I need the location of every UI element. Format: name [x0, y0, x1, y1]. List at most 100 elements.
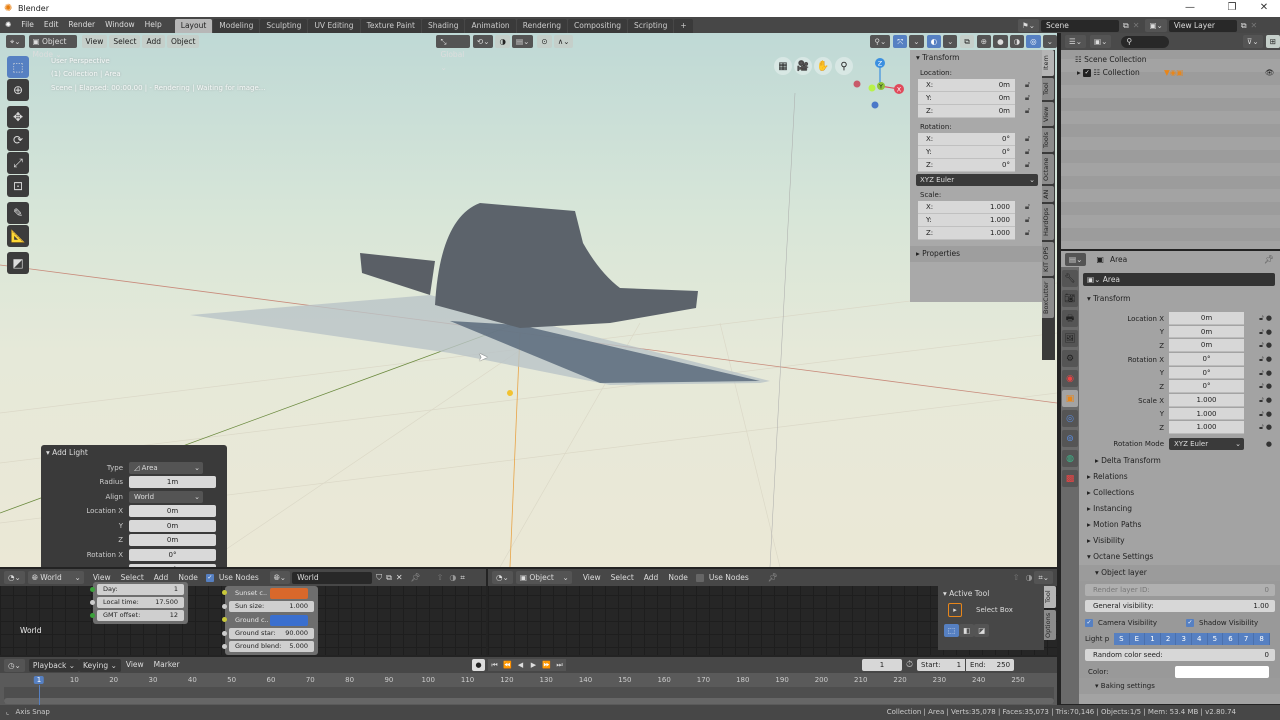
transform-tool-icon[interactable]: ⊡: [7, 175, 29, 197]
world-browse-icon[interactable]: 🌐︎⌄: [269, 571, 291, 584]
object-node-editor[interactable]: ◔⌄ ▣ Object ⌄ View Select Add Node Use No…: [488, 569, 1057, 655]
lock-icon[interactable]: 🔓︎ ●: [1259, 355, 1272, 364]
lock-icon[interactable]: 🔓︎ ●: [1259, 382, 1272, 391]
tab-sculpting[interactable]: Sculpting: [260, 19, 308, 33]
menu-window[interactable]: Window: [100, 17, 140, 33]
select-mode-new-icon[interactable]: ⬚: [944, 624, 960, 637]
rotation-y-field[interactable]: 0°: [129, 563, 216, 567]
sidebar-tab-tool[interactable]: Tool: [1044, 586, 1056, 608]
delete-view-layer-icon[interactable]: ✕: [1251, 21, 1258, 30]
scale-y-field[interactable]: Y: 1.000: [918, 214, 1015, 227]
scale-x-field[interactable]: 1.000: [1169, 394, 1244, 407]
record-button[interactable]: ●: [472, 659, 485, 671]
relations-section[interactable]: ▸ Relations: [1079, 469, 1280, 485]
tab-compositing[interactable]: Compositing: [568, 19, 628, 33]
3d-viewport[interactable]: ⌖⌄ ▣ Object Mode ⌄ View Select Add Objec…: [0, 33, 1057, 567]
use-nodes-checkbox[interactable]: [695, 573, 704, 582]
rotation-x-field[interactable]: 0°: [129, 549, 216, 561]
add-workspace-button[interactable]: +: [674, 19, 693, 33]
lock-icon[interactable]: 🔓︎: [1025, 202, 1030, 212]
node-editor-type-icon[interactable]: ◔⌄: [4, 571, 25, 584]
output-tab-icon[interactable]: 🖶︎: [1062, 310, 1078, 327]
location-z-field[interactable]: 0m: [129, 534, 216, 546]
measure-tool-icon[interactable]: 📐: [7, 225, 29, 247]
pivot-point-icon[interactable]: ⟲⌄: [472, 35, 494, 48]
data-tab-icon[interactable]: ◍: [1062, 450, 1078, 467]
stopwatch-icon[interactable]: ⏱: [906, 660, 913, 670]
location-y-field[interactable]: Y: 0m: [918, 92, 1015, 105]
add-cube-tool-icon[interactable]: ◩: [7, 252, 29, 274]
tab-texture-paint[interactable]: Texture Paint: [360, 19, 421, 33]
shader-type-dropdown[interactable]: ▣ Object ⌄: [515, 571, 572, 584]
instancing-section[interactable]: ▸ Instancing: [1079, 501, 1280, 517]
gizmo-neg-x[interactable]: [853, 80, 861, 88]
location-x-field[interactable]: X: 0m: [918, 79, 1015, 92]
outliner-row-collection[interactable]: ▸ ✓ ☷ Collection ▼◉▣ 👁︎: [1061, 66, 1280, 79]
light-pass-button-4[interactable]: 4: [1191, 633, 1208, 645]
light-pass-button-5[interactable]: 5: [1207, 633, 1224, 645]
use-nodes-checkbox[interactable]: ✓: [205, 573, 214, 582]
lock-icon[interactable]: 🔓︎ ●: [1259, 341, 1272, 350]
local-time-field[interactable]: Local time: 17.500: [97, 597, 184, 608]
object-name-field[interactable]: ▣⌄ Area: [1083, 273, 1275, 286]
scene-tab-icon[interactable]: ⚙: [1062, 350, 1078, 367]
shading-wireframe-icon[interactable]: ⊕: [976, 35, 992, 48]
tab-scripting[interactable]: Scripting: [628, 19, 674, 33]
transform-orientation-dropdown[interactable]: ⤡ Global ⌄: [436, 35, 470, 72]
rotation-y-field[interactable]: 0°: [1169, 366, 1244, 380]
shading-solid-icon[interactable]: ●: [993, 35, 1008, 48]
light-pass-button-7[interactable]: 7: [1238, 633, 1255, 645]
viewport-menu-view[interactable]: View: [81, 35, 108, 48]
lock-icon[interactable]: 🔓︎: [1025, 134, 1030, 144]
gizmo-toggle-icon[interactable]: ⤧: [893, 35, 908, 48]
transform-section-header[interactable]: ▾ Transform: [1079, 291, 1280, 307]
location-x-field[interactable]: 0m: [129, 505, 216, 517]
close-button[interactable]: ✕: [1250, 0, 1278, 17]
ground-blend-field[interactable]: Ground blend: 5.000: [229, 641, 314, 652]
lock-icon[interactable]: 🔓︎ ●: [1259, 328, 1272, 337]
mode-selector[interactable]: ▣ Object Mode ⌄: [28, 35, 77, 59]
input-socket[interactable]: [90, 613, 95, 618]
pin-icon[interactable]: 📌︎: [411, 573, 421, 582]
sky-texture-node[interactable]: Sunset c.. Sun size: 1.000 Ground c.. Gro…: [222, 586, 318, 655]
properties-editor-type-icon[interactable]: ▤⌄: [1065, 252, 1087, 266]
viewport-menu-add[interactable]: Add: [142, 35, 166, 48]
object-tab-icon[interactable]: ▣: [1062, 390, 1078, 407]
timeline-menu-view[interactable]: View: [121, 657, 149, 673]
xray-toggle-icon[interactable]: ⧉: [960, 35, 974, 48]
overlay-toggle-icon[interactable]: ◐: [926, 35, 942, 48]
falloff-icon[interactable]: ∧⌄: [553, 35, 574, 48]
outliner-row-scene-collection[interactable]: ☷ Scene Collection: [1061, 53, 1280, 66]
tab-layout[interactable]: Layout: [174, 19, 213, 33]
play-button[interactable]: ▶: [527, 659, 540, 671]
lock-icon[interactable]: 🔓︎ ●: [1259, 396, 1272, 405]
minimize-button[interactable]: —: [1176, 0, 1204, 17]
sidebar-tab-hardops[interactable]: HardOps: [1042, 204, 1054, 240]
lock-icon[interactable]: 🔓︎ ●: [1259, 369, 1272, 378]
properties-panel-header[interactable]: ▸ Properties: [910, 246, 1042, 262]
light-pass-button-8[interactable]: 8: [1254, 633, 1270, 645]
sun-size-field[interactable]: Sun size: 1.000: [229, 601, 314, 612]
blender-menu-icon[interactable]: ✺: [0, 17, 16, 33]
gizmo-dropdown-icon[interactable]: ⌄: [909, 35, 924, 48]
day-field[interactable]: Day: 1: [97, 584, 184, 595]
texture-tab-icon[interactable]: ▩: [1062, 470, 1078, 487]
snap-icon[interactable]: ◑: [1026, 573, 1033, 582]
gizmo-neg-z[interactable]: [871, 101, 879, 109]
camera-visibility-checkbox[interactable]: ✓: [1085, 618, 1093, 627]
snap-target-icon[interactable]: ▤⌄: [512, 35, 534, 48]
pin-icon[interactable]: 📌︎: [1264, 255, 1274, 264]
overlay-dropdown-icon[interactable]: ⌄: [943, 35, 958, 48]
light-pass-button-e[interactable]: E: [1129, 633, 1146, 645]
rotation-x-field[interactable]: X: 0°: [918, 133, 1015, 146]
sidebar-tab-options[interactable]: Options: [1044, 610, 1056, 640]
snap-settings-icon[interactable]: ⌗⌄: [1034, 571, 1053, 584]
sidebar-tab-boxcutter[interactable]: BoxCutter: [1042, 278, 1054, 318]
color-swatch[interactable]: [1175, 665, 1269, 678]
timeline-ruler[interactable]: 1 10 20 30 40 50 60 70 80 90 100 110 120 130 140 150 160…: [0, 673, 1057, 705]
outliner-editor-type-icon[interactable]: ☰⌄: [1065, 35, 1087, 48]
node-menu-node[interactable]: Node: [663, 570, 693, 586]
jump-to-keyframe-prev-button[interactable]: ⏪: [501, 659, 514, 671]
scale-z-field[interactable]: Z: 1.000: [918, 227, 1015, 240]
input-socket[interactable]: [222, 631, 227, 636]
